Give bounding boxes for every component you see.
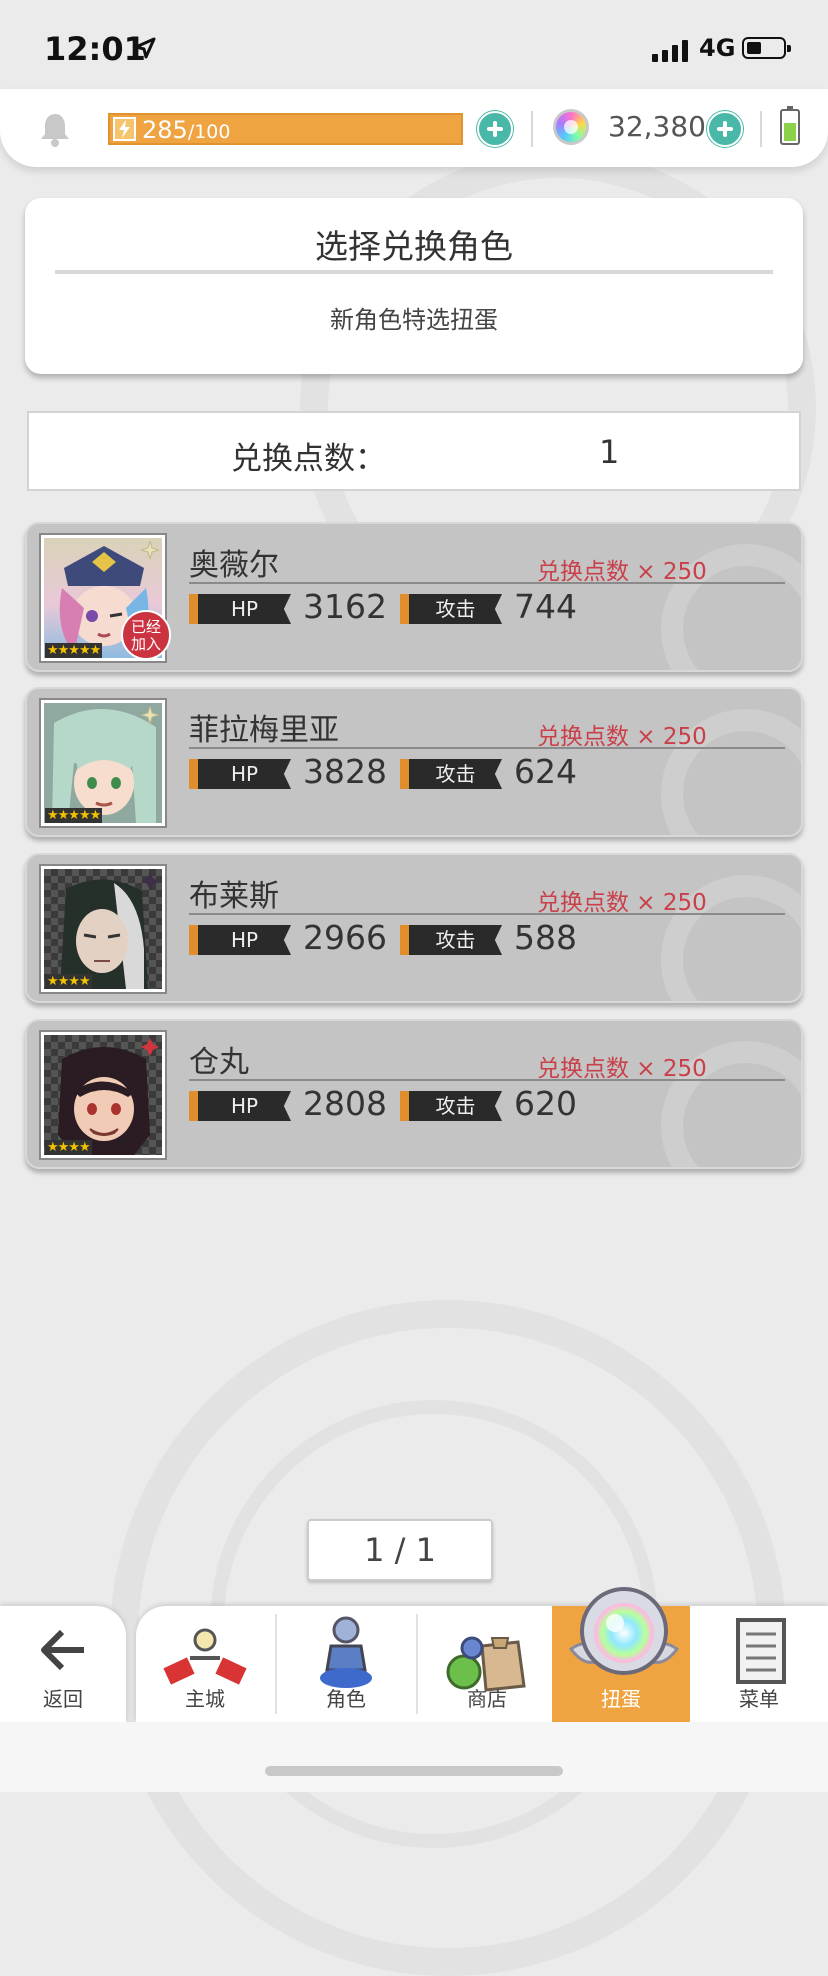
hp-value: 3828 bbox=[303, 752, 387, 791]
hp-label: HP bbox=[189, 925, 291, 955]
joined-badge: 已经 加入 bbox=[121, 610, 171, 660]
gacha-icon bbox=[568, 1587, 680, 1675]
stamina-max: /100 bbox=[187, 121, 231, 143]
rarity-stars: ★★★★ bbox=[45, 1140, 92, 1155]
header-card: 选择兑换角色 新角色特选扭蛋 bbox=[25, 198, 803, 374]
exchange-cost: 兑换点数 × 250 bbox=[537, 559, 707, 585]
attack-value: 588 bbox=[514, 918, 577, 957]
hp-value: 2808 bbox=[303, 1084, 387, 1123]
exchange-cost: 兑换点数 × 250 bbox=[537, 1056, 707, 1082]
sparkle-icon bbox=[141, 541, 159, 559]
bottom-nav: 主城 角色 商店 扭蛋 菜单 bbox=[136, 1606, 828, 1722]
attack-label: 攻击 bbox=[400, 1091, 502, 1121]
back-button[interactable]: 返回 bbox=[0, 1606, 126, 1722]
home-area bbox=[0, 1722, 828, 1792]
battery-status-icon bbox=[742, 37, 791, 59]
page-title: 选择兑换角色 bbox=[315, 227, 513, 266]
sparkle-icon bbox=[141, 706, 159, 724]
attack-label: 攻击 bbox=[400, 759, 502, 789]
attack-label: 攻击 bbox=[400, 594, 502, 624]
character-card[interactable]: ★★★★ 仓丸 兑换点数 × 250 HP 2808 攻击 620 bbox=[25, 1019, 803, 1169]
character-portrait: ★★★★★ bbox=[39, 698, 167, 828]
location-arrow-icon bbox=[134, 37, 156, 59]
back-arrow-icon bbox=[41, 1629, 84, 1671]
nav-label: 角色 bbox=[326, 1687, 366, 1711]
hp-value: 3162 bbox=[303, 587, 387, 626]
exchange-points-bar: 兑换点数： 1 bbox=[27, 411, 801, 491]
menu-icon bbox=[736, 1618, 786, 1684]
diamond-suit-icon bbox=[141, 1038, 159, 1056]
rarity-stars: ★★★★★ bbox=[45, 808, 103, 823]
attack-value: 624 bbox=[514, 752, 577, 791]
add-gems-button[interactable] bbox=[707, 111, 743, 147]
gem-count: 32,380 bbox=[608, 110, 706, 143]
battery-icon bbox=[780, 106, 800, 145]
hp-value: 2966 bbox=[303, 918, 387, 957]
stamina-bar: 285/100 bbox=[108, 113, 463, 145]
divider bbox=[55, 270, 773, 274]
rarity-stars: ★★★★ bbox=[45, 974, 92, 989]
character-name: 菲拉梅里亚 bbox=[189, 713, 339, 748]
rarity-stars: ★★★★★ bbox=[45, 643, 103, 658]
nav-label: 扭蛋 bbox=[601, 1687, 641, 1711]
divider bbox=[760, 111, 762, 147]
divider bbox=[531, 111, 533, 147]
attack-value: 744 bbox=[514, 587, 577, 626]
divider bbox=[189, 747, 785, 749]
divider bbox=[189, 1079, 785, 1081]
exchange-cost: 兑换点数 × 250 bbox=[537, 724, 707, 750]
hp-label: HP bbox=[189, 594, 291, 624]
nav-item-main-city[interactable]: 主城 bbox=[136, 1606, 274, 1722]
character-card[interactable]: ★★★★★ 已经 加入 奥薇尔 兑换点数 × 250 HP 3162 攻击 744 bbox=[25, 522, 803, 672]
exchange-cost: 兑换点数 × 250 bbox=[537, 890, 707, 916]
stamina-text: 285/100 bbox=[142, 115, 230, 147]
bell-icon[interactable] bbox=[38, 111, 72, 147]
stamina-current: 285 bbox=[142, 116, 188, 144]
signal-icon bbox=[652, 38, 688, 62]
nav-label: 菜单 bbox=[739, 1687, 779, 1711]
character-portrait: ★★★★ bbox=[39, 1030, 167, 1160]
network-type: 4G bbox=[699, 34, 736, 62]
nav-item-menu[interactable]: 菜单 bbox=[690, 1606, 828, 1722]
attack-label: 攻击 bbox=[400, 925, 502, 955]
lightning-icon bbox=[113, 117, 136, 141]
character-card[interactable]: ★★★★★ 菲拉梅里亚 兑换点数 × 250 HP 3828 攻击 624 bbox=[25, 687, 803, 837]
character-name: 奥薇尔 bbox=[189, 548, 279, 583]
page-indicator: 1 / 1 bbox=[307, 1519, 493, 1581]
nav-label: 商店 bbox=[467, 1687, 507, 1711]
character-icon bbox=[320, 1616, 372, 1688]
hp-label: HP bbox=[189, 759, 291, 789]
character-portrait: ★★★★ bbox=[39, 864, 167, 994]
character-name: 仓丸 bbox=[189, 1045, 249, 1080]
back-label: 返回 bbox=[43, 1687, 83, 1711]
status-bar: 12:01 4G bbox=[0, 0, 828, 95]
divider bbox=[189, 913, 785, 915]
exchange-points-value: 1 bbox=[599, 433, 620, 471]
divider bbox=[189, 582, 785, 584]
nav-item-shop[interactable]: 商店 bbox=[418, 1606, 556, 1722]
home-indicator[interactable] bbox=[265, 1766, 563, 1776]
nav-item-character[interactable]: 角色 bbox=[277, 1606, 415, 1722]
character-name: 布莱斯 bbox=[189, 879, 279, 914]
page-subtitle: 新角色特选扭蛋 bbox=[330, 306, 498, 334]
gem-icon bbox=[553, 109, 589, 145]
attack-value: 620 bbox=[514, 1084, 577, 1123]
hp-label: HP bbox=[189, 1091, 291, 1121]
exchange-points-label: 兑换点数： bbox=[231, 441, 386, 477]
status-time: 12:01 bbox=[44, 30, 146, 68]
add-stamina-button[interactable] bbox=[477, 111, 513, 147]
resource-bar: 285/100 32,380 bbox=[0, 89, 828, 167]
character-card[interactable]: ★★★★ 布莱斯 兑换点数 × 250 HP 2966 攻击 588 bbox=[25, 853, 803, 1003]
nav-label: 主城 bbox=[185, 1687, 225, 1711]
diamond-suit-icon bbox=[141, 872, 159, 890]
